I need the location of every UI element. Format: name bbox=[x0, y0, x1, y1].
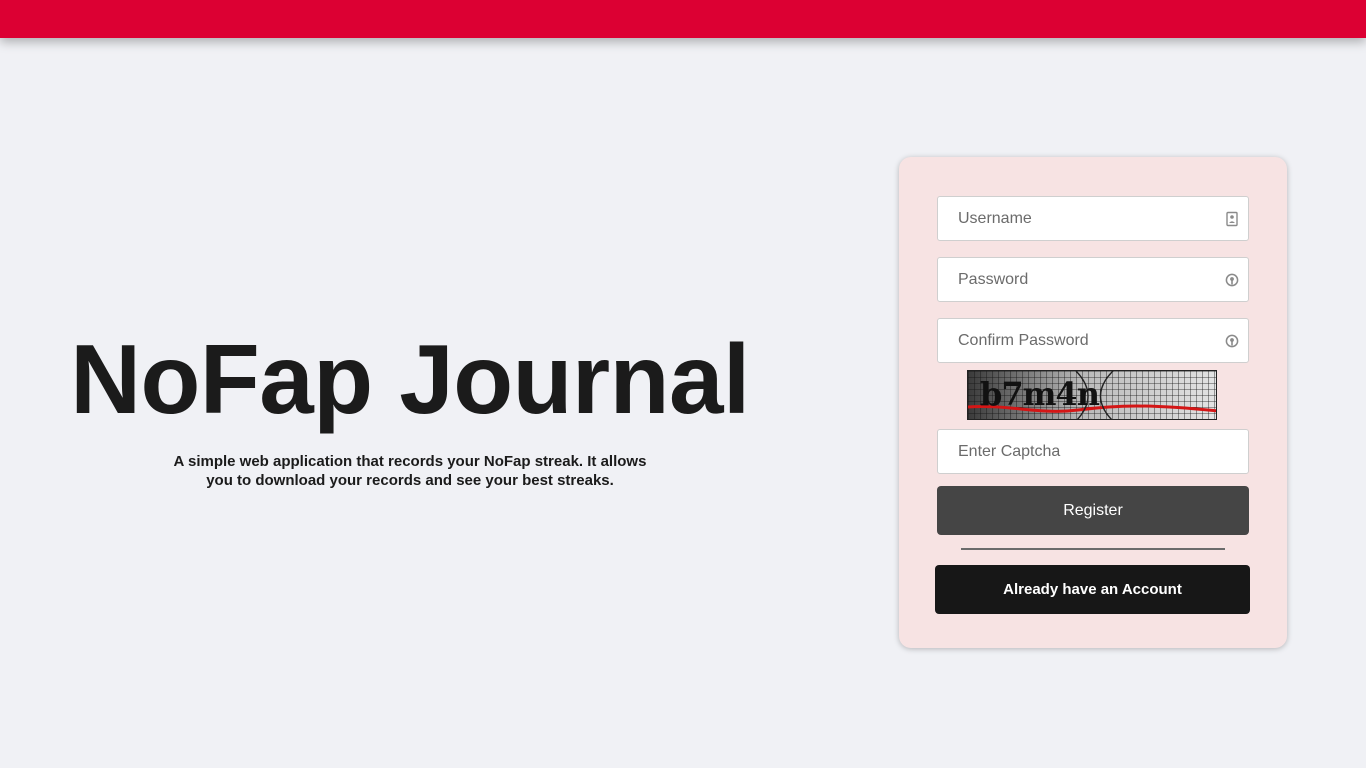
user-card-icon bbox=[1225, 211, 1239, 227]
captcha-image: b7m4n bbox=[967, 370, 1217, 420]
captcha-input[interactable] bbox=[938, 430, 1248, 473]
confirm-password-field bbox=[937, 318, 1249, 363]
password-field bbox=[937, 257, 1249, 302]
captcha-text: b7m4n bbox=[980, 375, 1100, 413]
password-input[interactable] bbox=[938, 258, 1248, 301]
register-button[interactable]: Register bbox=[937, 486, 1249, 535]
register-card: b7m4n Register Already have an Account bbox=[899, 157, 1287, 648]
confirm-password-input[interactable] bbox=[938, 319, 1248, 362]
key-lock-icon bbox=[1225, 272, 1239, 288]
top-header-bar bbox=[0, 0, 1366, 38]
form-divider bbox=[961, 548, 1225, 550]
username-input[interactable] bbox=[938, 197, 1248, 240]
already-have-account-button[interactable]: Already have an Account bbox=[935, 565, 1250, 614]
key-lock-icon bbox=[1225, 333, 1239, 349]
page-description: A simple web application that records yo… bbox=[173, 453, 647, 489]
captcha-field bbox=[937, 429, 1249, 474]
hero-section: NoFap Journal A simple web application t… bbox=[60, 320, 760, 490]
page-title: NoFap Journal bbox=[70, 324, 750, 434]
username-field bbox=[937, 196, 1249, 241]
